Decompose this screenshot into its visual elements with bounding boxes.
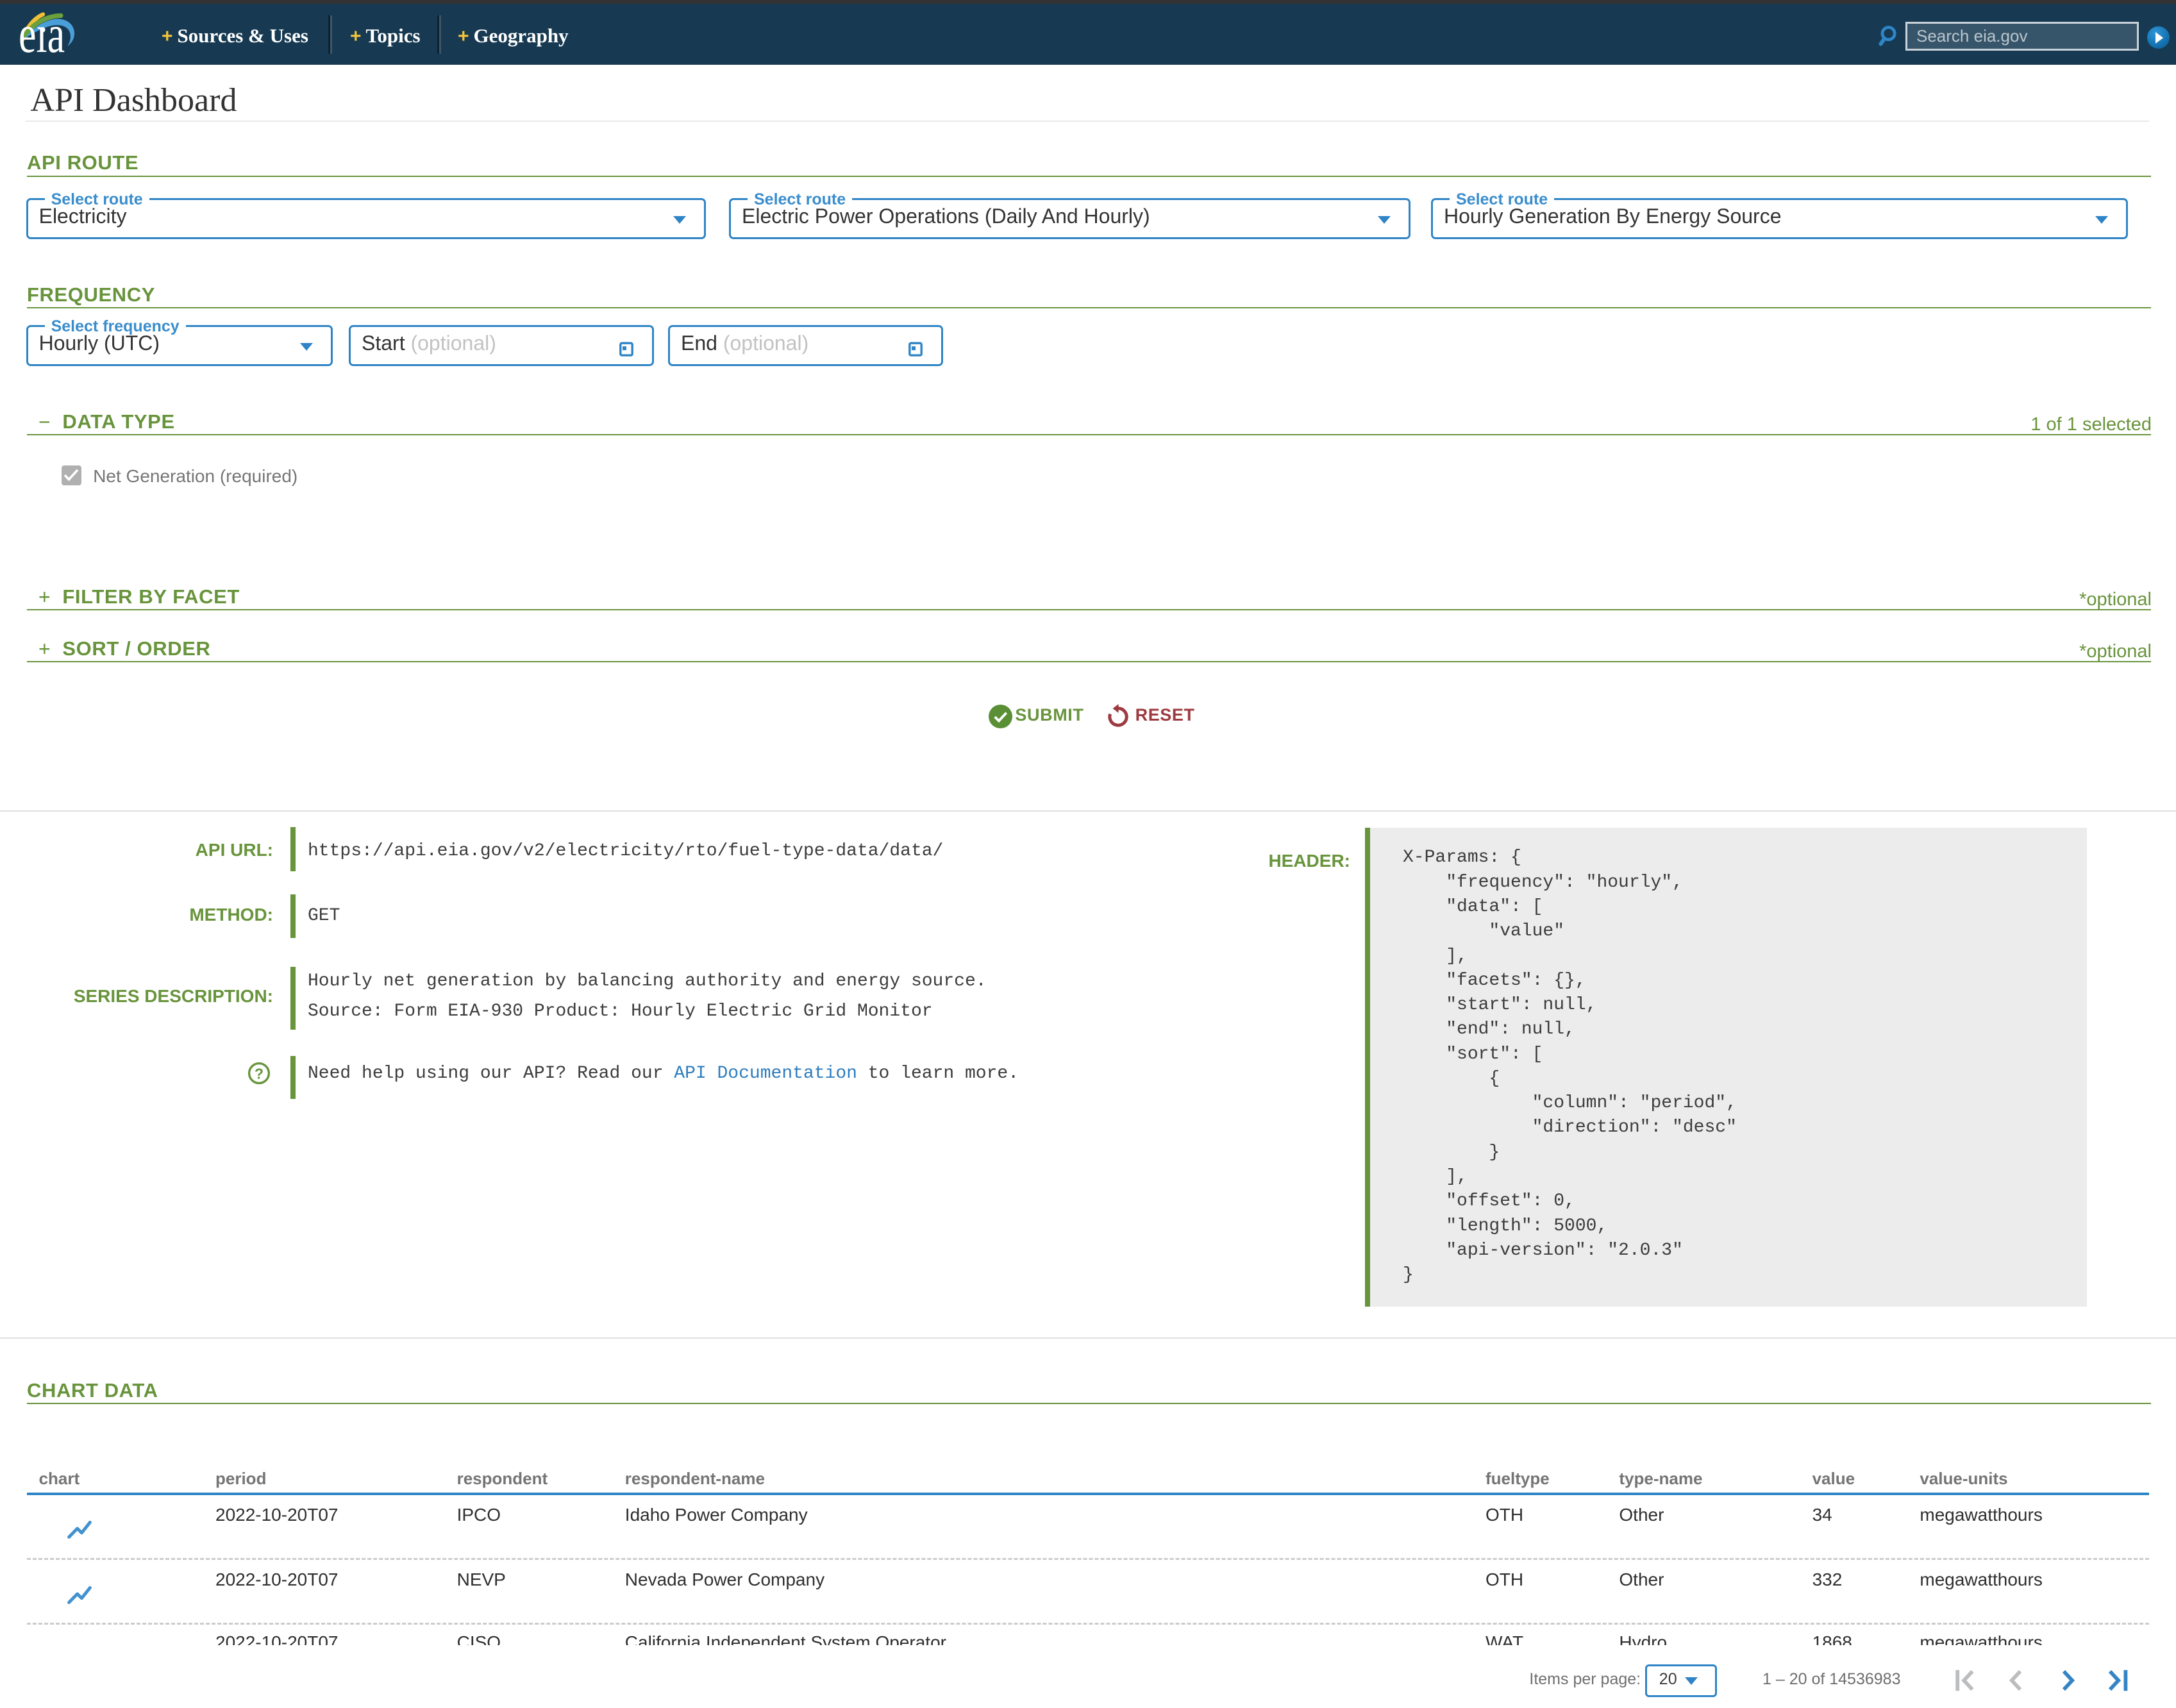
svg-text:?: ? (255, 1065, 264, 1082)
svg-text:eıa: eıa (19, 10, 65, 64)
